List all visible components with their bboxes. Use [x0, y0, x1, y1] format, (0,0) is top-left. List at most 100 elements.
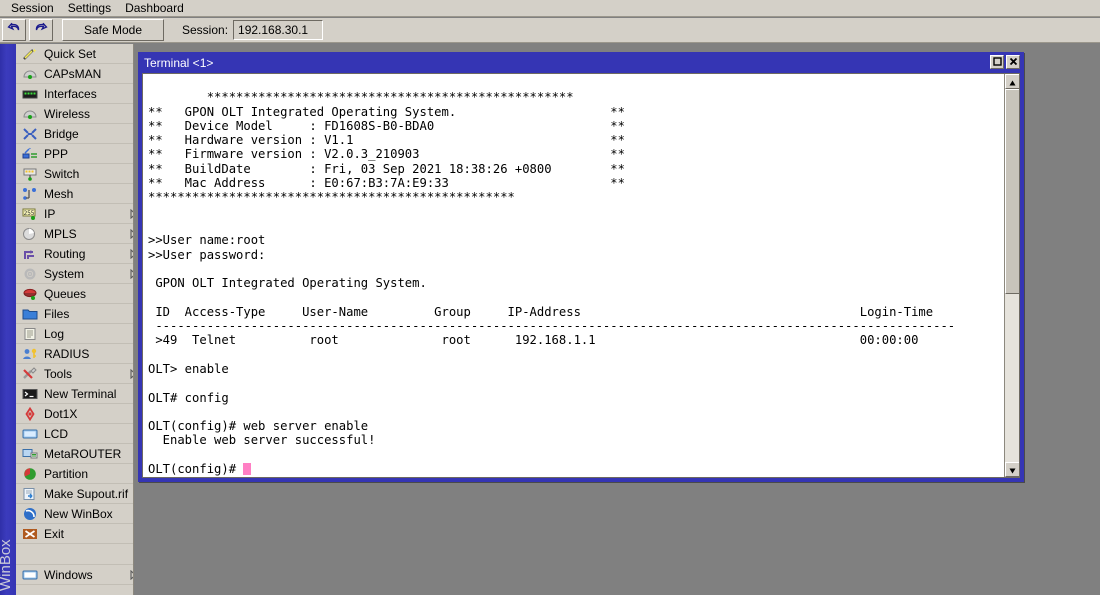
sidebar-menu: Quick Set CAPsMAN Interfaces Wireless Bridge…: [16, 44, 134, 595]
sidebar-item-system[interactable]: System: [16, 264, 133, 284]
sidebar-item-label: Windows: [44, 568, 93, 582]
sidebar-item-label: Routing: [44, 247, 85, 261]
sidebar-item-partition[interactable]: Partition: [16, 464, 133, 484]
sidebar-item-files[interactable]: Files: [16, 304, 133, 324]
menu-item-session[interactable]: Session: [4, 0, 61, 16]
sidebar-item-tools[interactable]: Tools: [16, 364, 133, 384]
windows-icon: [22, 568, 38, 582]
bridge-icon: [22, 127, 38, 141]
close-button[interactable]: [1006, 55, 1020, 69]
sidebar-item-metarouter[interactable]: MetaROUTER: [16, 444, 133, 464]
sidebar-item-log[interactable]: Log: [16, 324, 133, 344]
sidebar-item-label: CAPsMAN: [44, 67, 101, 81]
sidebar-item-quick-set[interactable]: Quick Set: [16, 44, 133, 64]
sidebar-item-queues[interactable]: Queues: [16, 284, 133, 304]
safe-mode-button[interactable]: Safe Mode: [62, 19, 164, 41]
radius-user-icon: [22, 347, 38, 361]
queues-icon: [22, 287, 38, 301]
sidebar-item-label: MPLS: [44, 227, 77, 241]
sidebar-item-label: Dot1X: [44, 407, 77, 421]
undo-button[interactable]: [2, 19, 26, 41]
sidebar-item-label: New Terminal: [44, 387, 116, 401]
sidebar-item-label: Wireless: [44, 107, 90, 121]
sidebar-item-new-winbox[interactable]: New WinBox: [16, 504, 133, 524]
metarouter-icon: [22, 447, 38, 461]
sidebar-item-label: Log: [44, 327, 64, 341]
maximize-icon: [993, 55, 1002, 69]
terminal-vertical-scrollbar[interactable]: [1004, 74, 1019, 477]
sidebar-item-label: LCD: [44, 427, 68, 441]
sidebar-item-label: Make Supout.rif: [44, 487, 128, 501]
session-label: Session:: [182, 23, 228, 37]
routing-icon: [22, 247, 38, 261]
scroll-up-icon: [1009, 75, 1016, 89]
interfaces-icon: [22, 87, 38, 101]
winbox-icon: [22, 507, 38, 521]
winbox-brand-label: WinBox: [0, 531, 14, 591]
menu-item-dashboard[interactable]: Dashboard: [118, 0, 191, 16]
redo-arrow-icon: [34, 22, 48, 38]
dot1x-icon: [22, 407, 38, 421]
scroll-down-icon: [1009, 463, 1016, 477]
sidebar-item-mesh[interactable]: Mesh: [16, 184, 133, 204]
sidebar-item-exit[interactable]: Exit: [16, 524, 133, 544]
close-icon: [1009, 55, 1018, 69]
log-icon: [22, 327, 38, 341]
sidebar-item-label: PPP: [44, 147, 68, 161]
sidebar-item-new-terminal[interactable]: New Terminal: [16, 384, 133, 404]
undo-arrow-icon: [7, 22, 21, 38]
sidebar-item-radius[interactable]: RADIUS: [16, 344, 133, 364]
partition-icon: [22, 467, 38, 481]
scrollbar-thumb[interactable]: [1005, 89, 1020, 294]
sidebar-item-routing[interactable]: Routing: [16, 244, 133, 264]
session-address-field[interactable]: 192.168.30.1: [233, 20, 323, 40]
window-controls: [990, 55, 1020, 69]
terminal-output-text: ****************************************…: [148, 90, 955, 476]
mpls-icon: [22, 227, 38, 241]
sidebar-item-ip[interactable]: 255 IP: [16, 204, 133, 224]
terminal-title-label: Terminal <1>: [144, 56, 213, 70]
terminal-window: Terminal <1>: [138, 52, 1024, 482]
scroll-up-button[interactable]: [1005, 74, 1020, 89]
sidebar-item-label: System: [44, 267, 84, 281]
sidebar-item-label: Queues: [44, 287, 86, 301]
sidebar-item-windows[interactable]: Windows: [16, 565, 133, 585]
svg-text:255: 255: [24, 210, 35, 217]
sidebar-item-wireless[interactable]: Wireless: [16, 104, 133, 124]
sidebar-item-label: Tools: [44, 367, 72, 381]
sidebar-item-label: Switch: [44, 167, 79, 181]
sidebar-item-capsman[interactable]: CAPsMAN: [16, 64, 133, 84]
sidebar-item-dot1x[interactable]: Dot1X: [16, 404, 133, 424]
terminal-output[interactable]: ****************************************…: [143, 74, 1004, 477]
sidebar-item-mpls[interactable]: MPLS: [16, 224, 133, 244]
wand-icon: [22, 47, 38, 61]
scrollbar-track[interactable]: [1005, 89, 1019, 462]
lcd-icon: [22, 427, 38, 441]
sidebar-item-make-supout-rif[interactable]: Make Supout.rif: [16, 484, 133, 504]
sidebar-item-label: Interfaces: [44, 87, 97, 101]
terminal-title-bar[interactable]: Terminal <1>: [140, 54, 1022, 71]
sidebar-item-label: Mesh: [44, 187, 73, 201]
terminal-icon: [22, 387, 38, 401]
sidebar-item-interfaces[interactable]: Interfaces: [16, 84, 133, 104]
terminal-cursor: [243, 463, 251, 475]
sidebar-separator: [16, 544, 133, 565]
menu-item-settings[interactable]: Settings: [61, 0, 118, 16]
mesh-icon: [22, 187, 38, 201]
maximize-button[interactable]: [990, 55, 1004, 69]
antenna-icon: [22, 67, 38, 81]
menu-bar: Session Settings Dashboard: [0, 0, 1100, 17]
sidebar-item-switch[interactable]: Switch: [16, 164, 133, 184]
sidebar-item-label: IP: [44, 207, 55, 221]
antenna-icon: [22, 107, 38, 121]
sidebar-item-lcd[interactable]: LCD: [16, 424, 133, 444]
sidebar-item-ppp[interactable]: PPP: [16, 144, 133, 164]
toolbar: Safe Mode Session: 192.168.30.1: [0, 18, 1100, 43]
scroll-down-button[interactable]: [1005, 462, 1020, 477]
redo-button[interactable]: [29, 19, 53, 41]
sidebar-item-bridge[interactable]: Bridge: [16, 124, 133, 144]
sidebar-item-label: Files: [44, 307, 69, 321]
sidebar-item-label: Exit: [44, 527, 64, 541]
tools-icon: [22, 367, 38, 381]
folder-icon: [22, 307, 38, 321]
